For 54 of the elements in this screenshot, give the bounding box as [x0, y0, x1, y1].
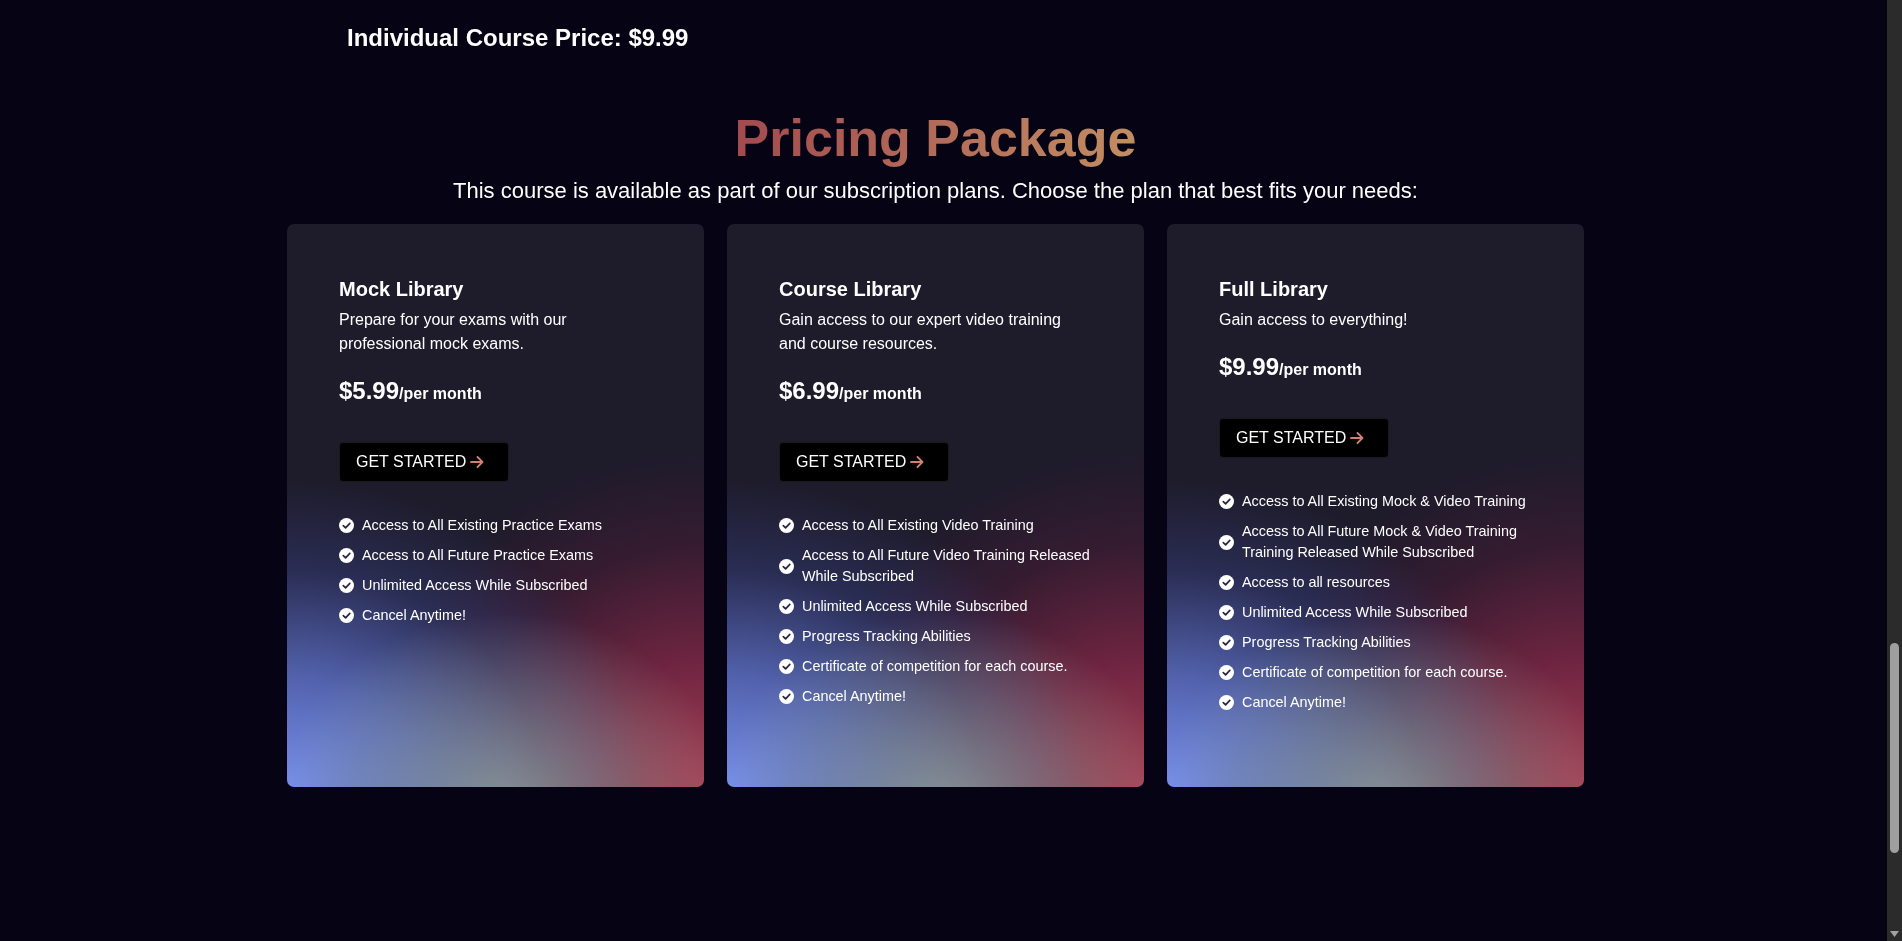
check-circle-icon — [1219, 695, 1234, 710]
feature-text: Access to All Existing Video Training — [802, 516, 1034, 535]
plan-price: $5.99/per month — [339, 377, 482, 406]
check-circle-icon — [1219, 534, 1234, 550]
feature-text: Access to All Future Practice Exams — [362, 546, 594, 565]
check-circle-icon — [1219, 665, 1234, 680]
check-circle-icon — [779, 518, 794, 533]
plan-title: Course Library — [779, 277, 922, 301]
feature-text: Cancel Anytime! — [1242, 693, 1346, 712]
check-circle-icon — [779, 659, 794, 674]
feature-text: Cancel Anytime! — [802, 687, 906, 706]
feature-text: Access to All Existing Mock & Video Training — [1242, 492, 1526, 511]
check-circle-icon — [1219, 605, 1234, 620]
feature-text: Unlimited Access While Subscribed — [802, 597, 1028, 616]
check-circle-icon — [779, 558, 794, 574]
plan-title: Mock Library — [339, 277, 464, 301]
check-circle-icon — [339, 518, 354, 533]
check-circle-icon — [779, 629, 794, 644]
plan-description: Gain access to our expert video training and course resources. — [779, 310, 1062, 354]
plan-description: Gain access to everything! — [1219, 310, 1409, 330]
check-circle-icon — [1219, 494, 1234, 509]
check-circle-icon — [339, 548, 354, 563]
plan-price: $9.99/per month — [1219, 353, 1362, 382]
feature-text: Progress Tracking Abilities — [802, 627, 971, 646]
scroll-down-icon[interactable] — [1890, 931, 1899, 937]
feature-text: Unlimited Access While Subscribed — [1242, 603, 1468, 622]
scrollbar-thumb[interactable] — [1890, 643, 1899, 853]
feature-text: Access to All Existing Practice Exams — [362, 516, 602, 535]
plan-price: $6.99/per month — [779, 377, 922, 406]
individual-course-price: Individual Course Price: $9.99 — [347, 24, 689, 52]
feature-text: Certificate of competition for each course. — [802, 657, 1068, 676]
arrow-right-icon — [910, 456, 925, 468]
get-started-button[interactable]: GET STARTED — [779, 442, 950, 482]
get-started-button[interactable]: GET STARTED — [339, 442, 510, 482]
plan-title: Full Library — [1219, 277, 1328, 301]
check-circle-icon — [1219, 635, 1234, 650]
feature-text: Cancel Anytime! — [362, 606, 466, 625]
check-circle-icon — [779, 689, 794, 704]
arrow-right-icon — [470, 456, 485, 468]
feature-text: Certificate of competition for each course. — [1242, 663, 1508, 682]
scrollbar-track[interactable] — [1887, 0, 1902, 941]
check-circle-icon — [339, 578, 354, 593]
feature-text: Progress Tracking Abilities — [1242, 633, 1411, 652]
feature-text: Access to All Future Mock & Video Training Training Released While Subscribed — [1242, 522, 1518, 562]
feature-text: Unlimited Access While Subscribed — [362, 576, 588, 595]
get-started-button[interactable]: GET STARTED — [1219, 418, 1390, 458]
check-circle-icon — [1219, 575, 1234, 590]
arrow-right-icon — [1350, 432, 1365, 444]
check-circle-icon — [779, 599, 794, 614]
feature-text: Access to All Future Video Training Released While Subscribed — [802, 546, 1091, 586]
plan-description: Prepare for your exams with our professional mock exams. — [339, 310, 568, 354]
check-circle-icon — [339, 608, 354, 623]
feature-text: Access to all resources — [1242, 573, 1390, 592]
section-subtitle: This course is available as part of our subscription plans. Choose the plan that best fits your needs: — [453, 178, 1418, 203]
